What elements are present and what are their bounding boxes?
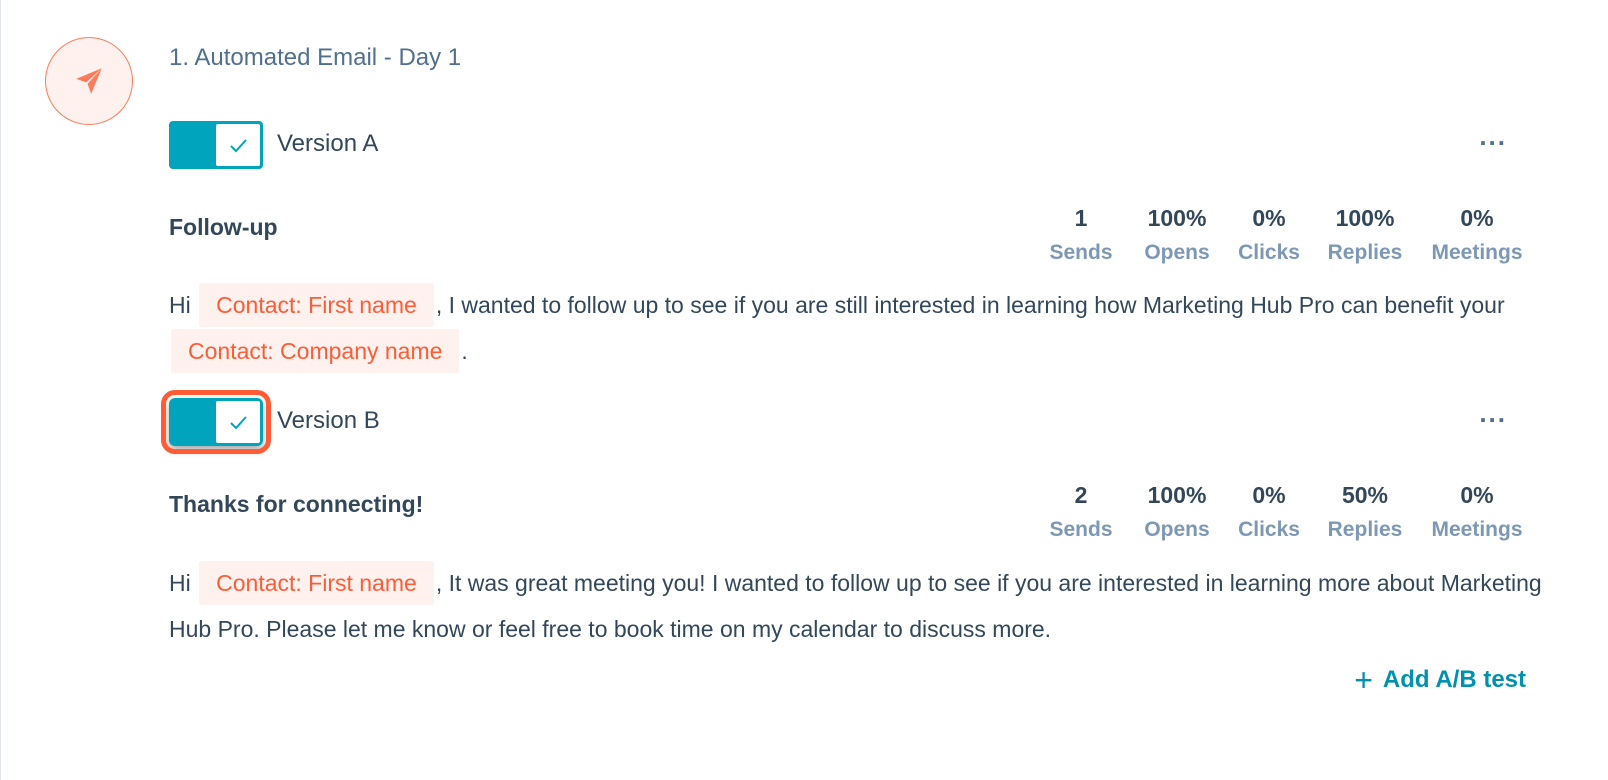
body-text: Hi [169, 292, 191, 318]
stat-label: Replies [1327, 518, 1403, 541]
stat-label: Meetings [1431, 518, 1523, 541]
version-a-header: Version A ... [169, 121, 1549, 169]
stat-label: Clicks [1238, 518, 1300, 541]
stat-opens: 100% Opens [1137, 482, 1217, 542]
stat-label: Meetings [1431, 241, 1523, 264]
sequence-step-panel: 1. Automated Email - Day 1 Version A ...… [0, 0, 1608, 780]
stat-opens: 100% Opens [1137, 205, 1217, 265]
stat-label: Replies [1327, 241, 1403, 264]
version-a-more-button[interactable]: ... [1479, 121, 1507, 152]
stat-value: 100% [1147, 482, 1207, 508]
version-a-subject: Follow-up [169, 214, 278, 240]
version-b-body: Hi Contact: First name, It was great mee… [169, 560, 1549, 652]
toggle-knob [215, 123, 261, 167]
plus-icon: + [1354, 662, 1373, 698]
version-b-subject: Thanks for connecting! [169, 491, 424, 517]
toggle-knob [215, 400, 261, 444]
body-text: , I wanted to follow up to see if you ar… [435, 292, 1505, 318]
stat-clicks: 0% Clicks [1231, 205, 1307, 265]
stat-value: 0% [1252, 205, 1286, 231]
version-b-toggle[interactable] [161, 390, 271, 454]
stat-value: 50% [1341, 482, 1389, 508]
stat-value: 1 [1074, 205, 1088, 231]
personalization-token: Contact: Company name [171, 329, 460, 373]
step-title: 1. Automated Email - Day 1 [169, 44, 462, 71]
step-type-badge [45, 37, 133, 125]
stat-value: 0% [1252, 482, 1286, 508]
version-b-label: Version B [277, 407, 380, 434]
stat-label: Sends [1049, 518, 1113, 541]
body-text: . [461, 338, 468, 364]
stat-sends: 2 Sends [1041, 482, 1121, 542]
stat-value: 100% [1147, 205, 1207, 231]
personalization-token: Contact: First name [199, 283, 434, 327]
stat-value: 0% [1460, 482, 1494, 508]
personalization-token: Contact: First name [199, 561, 434, 605]
stat-clicks: 0% Clicks [1231, 482, 1307, 542]
stat-meetings: 0% Meetings [1425, 482, 1529, 542]
stat-value: 2 [1074, 482, 1088, 508]
stat-value: 0% [1460, 205, 1494, 231]
version-a-body: Hi Contact: First name, I wanted to foll… [169, 282, 1549, 374]
checkmark-icon [230, 139, 247, 153]
version-b-stats: 2 Sends 100% Opens 0% Clicks 50% Replies… [1041, 482, 1541, 546]
stat-meetings: 0% Meetings [1425, 205, 1529, 265]
paper-plane-icon [76, 68, 102, 94]
stat-label: Clicks [1238, 241, 1300, 264]
stat-label: Opens [1144, 241, 1210, 264]
stat-replies: 50% Replies [1321, 482, 1409, 542]
version-b-header: Version B ... [161, 390, 1549, 454]
version-a-stats: 1 Sends 100% Opens 0% Clicks 100% Replie… [1041, 205, 1541, 269]
add-ab-test-label: Add A/B test [1382, 666, 1526, 693]
version-a-toggle[interactable] [169, 121, 263, 169]
version-a-label: Version A [277, 130, 379, 157]
checkmark-icon [230, 416, 247, 430]
version-b-more-button[interactable]: ... [1479, 398, 1507, 429]
add-ab-test-button[interactable]: + Add A/B test [1354, 662, 1526, 698]
stat-label: Sends [1049, 241, 1113, 264]
stat-sends: 1 Sends [1041, 205, 1121, 265]
stat-value: 100% [1335, 205, 1395, 231]
stat-label: Opens [1144, 518, 1210, 541]
stat-replies: 100% Replies [1321, 205, 1409, 265]
body-text: Hi [169, 570, 191, 596]
